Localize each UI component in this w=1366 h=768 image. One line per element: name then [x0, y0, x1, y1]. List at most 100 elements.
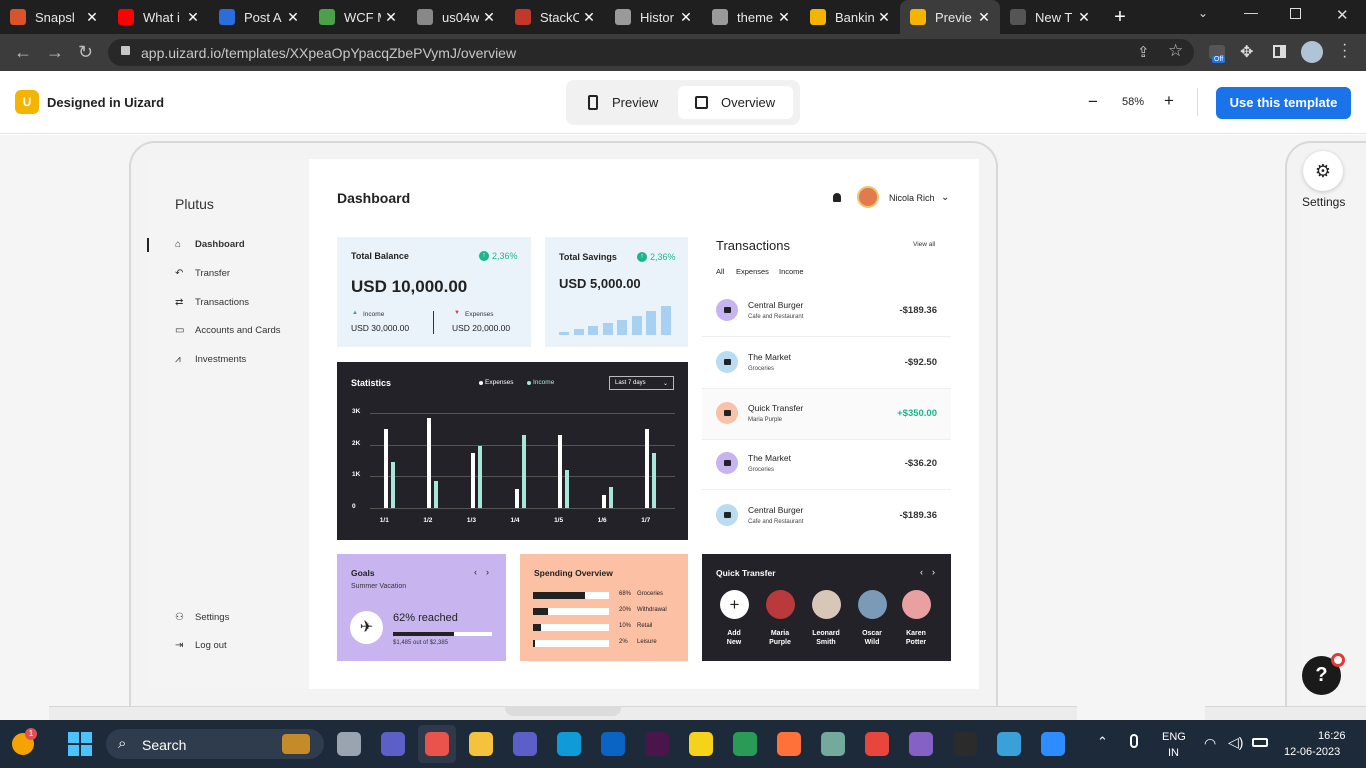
terminal-icon[interactable] — [953, 732, 977, 756]
wifi-icon[interactable]: ◠ — [1204, 735, 1216, 752]
side-panel-icon[interactable] — [1273, 45, 1286, 58]
chevron-down-icon[interactable]: ⌄ — [941, 192, 949, 203]
goals-next-icon[interactable]: › — [486, 567, 489, 577]
transaction-row[interactable]: Central Burger Cafe and Restaurant -$189.3… — [702, 491, 951, 542]
transaction-row[interactable]: The Market Groceries -$36.20 — [702, 439, 951, 490]
clock-date[interactable]: 12-06-2023 — [1284, 746, 1340, 758]
browser-tab[interactable]: Histor ✕ — [605, 0, 702, 34]
tab-overview[interactable]: Overview — [678, 86, 793, 119]
menu-dots-icon[interactable]: · · · — [1342, 37, 1347, 65]
chevron-up-icon[interactable]: ⌃ — [1097, 734, 1108, 750]
settings-fab[interactable]: ⚙ — [1303, 151, 1343, 191]
folder-icon[interactable] — [469, 732, 493, 756]
view-all-link[interactable]: View all — [913, 241, 935, 248]
mic-icon[interactable] — [1130, 734, 1138, 748]
visual-studio-icon[interactable] — [909, 732, 933, 756]
goals-prev-icon[interactable]: ‹ — [474, 567, 477, 577]
browser-tab[interactable]: What i ✕ — [108, 0, 209, 34]
sidebar-item-transactions[interactable]: ⇄ Transactions — [175, 297, 249, 308]
sidebar-item-settings[interactable]: ⚇ Settings — [175, 612, 229, 623]
chatgpt-icon[interactable] — [821, 732, 845, 756]
transaction-row[interactable]: Central Burger Cafe and Restaurant -$189.3… — [702, 286, 951, 337]
share-icon[interactable]: ⇪ — [1137, 43, 1150, 61]
tab-close-icon[interactable]: ✕ — [774, 9, 794, 26]
quick-next-icon[interactable]: › — [932, 567, 935, 577]
sidebar-item-transfer[interactable]: ↶ Transfer — [175, 268, 230, 279]
bookmark-star-icon[interactable]: ☆ — [1168, 41, 1183, 61]
browser-tab[interactable]: New T ✕ — [1000, 0, 1100, 34]
zoom-in-button[interactable]: + — [1164, 91, 1174, 111]
profile-avatar[interactable] — [1301, 41, 1323, 63]
window-close-icon[interactable]: ✕ — [1336, 6, 1349, 24]
transaction-row[interactable]: The Market Groceries -$92.50 — [702, 338, 951, 389]
filter-income[interactable]: Income — [779, 267, 804, 276]
tab-close-icon[interactable]: ✕ — [974, 9, 994, 26]
browser-tab[interactable]: Bankin ✕ — [800, 0, 900, 34]
filter-all[interactable]: All — [716, 267, 724, 276]
tab-close-icon[interactable]: ✕ — [479, 9, 499, 26]
tab-close-icon[interactable]: ✕ — [1074, 9, 1094, 26]
tab-close-icon[interactable]: ✕ — [874, 9, 894, 26]
user-avatar[interactable] — [857, 186, 879, 208]
clock-time[interactable]: 16:26 — [1318, 730, 1346, 742]
edge-icon[interactable] — [557, 732, 581, 756]
minimize-icon[interactable]: — — [1244, 4, 1258, 20]
zoom-icon[interactable] — [1041, 732, 1065, 756]
browser-tab[interactable]: theme ✕ — [702, 0, 800, 34]
filter-expenses[interactable]: Expenses — [736, 267, 769, 276]
contact-avatar[interactable] — [766, 590, 795, 619]
sidebar-item-dashboard[interactable]: ⌂ Dashboard — [175, 239, 245, 250]
back-icon[interactable]: ← — [14, 42, 32, 62]
remote-desktop-icon[interactable] — [997, 732, 1021, 756]
browser-tab[interactable]: Snapsl ✕ — [0, 0, 108, 34]
zoom-out-button[interactable]: − — [1088, 92, 1098, 112]
transaction-row[interactable]: Quick Transfer Maria Purple +$350.00 — [702, 389, 951, 440]
tab-search-icon[interactable]: ⌄ — [1198, 6, 1208, 20]
user-name[interactable]: Nicola Rich — [889, 193, 935, 203]
reload-icon[interactable]: ↻ — [78, 42, 93, 62]
sticky-notes-icon[interactable] — [689, 732, 713, 756]
quick-prev-icon[interactable]: ‹ — [920, 567, 923, 577]
sheets-icon[interactable] — [733, 732, 757, 756]
battery-icon[interactable] — [1252, 738, 1268, 747]
teams-icon[interactable] — [513, 732, 537, 756]
browser-tab[interactable]: Post A ✕ — [209, 0, 309, 34]
new-tab-button[interactable]: + — [1110, 6, 1130, 29]
sidebar-item-logout[interactable]: ⇥ Log out — [175, 640, 227, 651]
tab-preview[interactable]: Preview — [580, 86, 672, 119]
start-icon[interactable] — [68, 732, 92, 756]
forward-icon[interactable]: → — [46, 42, 64, 62]
add-new-button[interactable]: + — [720, 590, 749, 619]
url-text[interactable]: app.uizard.io/templates/XXpeaOpYpacqZbeP… — [141, 45, 516, 61]
tab-close-icon[interactable]: ✕ — [183, 9, 203, 26]
use-template-button[interactable]: Use this template — [1216, 87, 1351, 119]
file-manager-icon[interactable] — [337, 732, 361, 756]
firefox-icon[interactable] — [777, 732, 801, 756]
tab-close-icon[interactable]: ✕ — [82, 9, 102, 26]
sidebar-item-investments[interactable]: ⩘ Investments — [175, 354, 246, 365]
contact-avatar[interactable] — [858, 590, 887, 619]
puzzle-icon[interactable]: ✥ — [1240, 42, 1253, 62]
volume-icon[interactable]: ◁) — [1228, 734, 1243, 751]
range-select[interactable]: Last 7 days ⌄ — [609, 376, 674, 390]
sidebar-item-accounts-and-cards[interactable]: ▭ Accounts and Cards — [175, 325, 281, 336]
slack-icon[interactable] — [645, 732, 669, 756]
tab-close-icon[interactable]: ✕ — [579, 9, 599, 26]
tab-close-icon[interactable]: ✕ — [381, 9, 401, 26]
lang-line2[interactable]: IN — [1168, 747, 1179, 759]
bell-icon[interactable] — [833, 193, 841, 202]
browser-tab[interactable]: WCF M✕ — [309, 0, 407, 34]
browser-tab[interactable]: StackC ✕ — [505, 0, 605, 34]
restore-icon[interactable] — [1290, 8, 1301, 19]
video-call-icon[interactable] — [381, 732, 405, 756]
chrome-profile-icon[interactable] — [865, 732, 889, 756]
contact-avatar[interactable] — [812, 590, 841, 619]
uizard-logo-icon[interactable]: ∪ — [15, 90, 39, 114]
outlook-icon[interactable] — [601, 732, 625, 756]
browser-tab[interactable]: Previe ✕ — [900, 0, 1000, 34]
browser-tab[interactable]: us04w ✕ — [407, 0, 505, 34]
contact-avatar[interactable] — [902, 590, 931, 619]
tab-close-icon[interactable]: ✕ — [676, 9, 696, 26]
lang-line1[interactable]: ENG — [1162, 731, 1186, 743]
tab-close-icon[interactable]: ✕ — [283, 9, 303, 26]
